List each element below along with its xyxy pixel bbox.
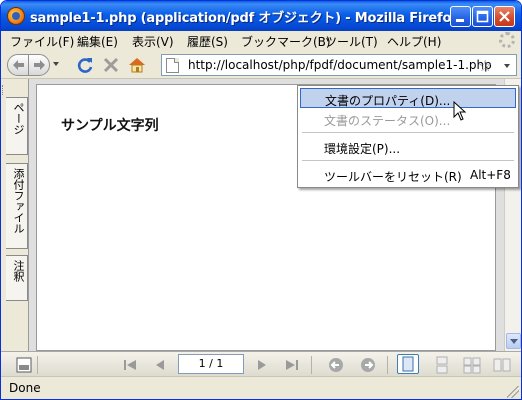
go-back-icon[interactable]: [327, 356, 345, 374]
pdf-page-text: サンプル文字列: [61, 118, 159, 134]
menu-bookmarks[interactable]: ブックマーク(B): [241, 33, 331, 50]
toolbar-separator: [387, 356, 388, 374]
menu-item-document-status: 文書のステータス(O)...: [300, 109, 516, 129]
continuous-view-icon[interactable]: [433, 356, 451, 374]
minimize-button[interactable]: [450, 6, 471, 27]
menu-separator: [302, 160, 514, 161]
menu-file[interactable]: ファイル(F): [10, 33, 74, 50]
menu-item-preferences[interactable]: 環境設定(P)...: [300, 137, 516, 157]
firefox-icon: [7, 7, 25, 25]
forward-button[interactable]: [28, 54, 50, 76]
menu-item-label: ツールバーをリセット(R): [324, 170, 462, 184]
menu-help[interactable]: ヘルプ(H): [387, 33, 441, 50]
resize-grip-icon[interactable]: [507, 386, 519, 398]
toolbar-separator: [311, 356, 312, 374]
home-icon[interactable]: [127, 55, 147, 75]
reload-icon[interactable]: [75, 55, 95, 75]
scroll-down-button[interactable]: [506, 333, 521, 349]
two-page-view-icon[interactable]: [463, 356, 481, 374]
context-menu: 文書のプロパティ(D)... 文書のステータス(O)... 環境設定(P)...…: [297, 85, 519, 188]
menu-item-document-properties[interactable]: 文書のプロパティ(D)...: [300, 88, 516, 108]
sidebar-toggle-icon[interactable]: [15, 356, 33, 374]
status-text: Done: [9, 381, 41, 395]
tab-pages-label: ページ: [12, 102, 25, 135]
title-bar: sample1-1.php (application/pdf オブジェクト) -…: [1, 1, 521, 31]
toolbar-separator: [37, 356, 38, 374]
browser-window: sample1-1.php (application/pdf オブジェクト) -…: [0, 0, 522, 400]
history-dropdown-icon[interactable]: [53, 62, 59, 66]
page-icon: [166, 58, 179, 73]
maximize-button[interactable]: [472, 6, 493, 27]
menu-edit[interactable]: 編集(E): [77, 33, 118, 50]
navigation-toolbar: http://localhost/php/fpdf/document/sampl…: [1, 51, 521, 79]
menu-history[interactable]: 履歴(S): [187, 33, 228, 50]
single-page-view-button[interactable]: [397, 354, 419, 374]
last-page-icon[interactable]: [283, 356, 301, 374]
go-forward-icon[interactable]: [359, 356, 377, 374]
menu-item-reset-toolbar[interactable]: ツールバーをリセット(R) Alt+F8: [300, 165, 516, 185]
menu-item-label: 文書のプロパティ(D)...: [325, 94, 451, 108]
menu-item-label: 環境設定(P)...: [324, 142, 401, 156]
back-button[interactable]: [7, 54, 29, 76]
pdf-toolbar: 1 / 1: [1, 351, 521, 376]
tab-attachments-label: 添付ファイル: [12, 168, 25, 234]
menu-tools[interactable]: ツール(T): [325, 33, 378, 50]
forward-arrow-icon: [34, 60, 45, 70]
tab-annotations[interactable]: 注釈: [6, 255, 28, 301]
back-arrow-icon: [13, 60, 24, 70]
next-page-icon[interactable]: [253, 356, 271, 374]
previous-page-icon[interactable]: [151, 356, 169, 374]
url-bar[interactable]: http://localhost/php/fpdf/document/sampl…: [161, 54, 517, 76]
grip-handle[interactable]: [2, 85, 5, 95]
tab-annotations-label: 注釈: [12, 260, 25, 282]
single-page-view-icon: [402, 356, 414, 372]
close-icon: [499, 11, 510, 22]
bookmark-star-icon[interactable]: ☆: [478, 56, 492, 75]
minimize-icon: [456, 19, 464, 22]
tab-attachments[interactable]: 添付ファイル: [6, 163, 28, 249]
throbber-icon: [499, 32, 515, 48]
menu-view[interactable]: 表示(V): [132, 33, 174, 50]
tab-pages[interactable]: ページ: [6, 97, 28, 155]
url-text[interactable]: http://localhost/php/fpdf/document/sampl…: [188, 58, 492, 72]
status-bar: Done: [1, 376, 521, 399]
two-page-continuous-view-icon[interactable]: [493, 356, 511, 374]
url-dropdown-icon[interactable]: [504, 64, 510, 68]
page-number-input[interactable]: 1 / 1: [178, 354, 244, 374]
menu-item-label: 文書のステータス(O)...: [324, 114, 451, 128]
maximize-icon: [476, 10, 489, 23]
menu-item-shortcut: Alt+F8: [470, 168, 511, 182]
first-page-icon[interactable]: [121, 356, 139, 374]
window-title: sample1-1.php (application/pdf オブジェクト) -…: [30, 11, 460, 26]
menu-separator: [302, 132, 514, 133]
menu-bar: ファイル(F) 編集(E) 表示(V) 履歴(S) ブックマーク(B) ツール(…: [1, 31, 521, 51]
stop-icon[interactable]: [101, 55, 121, 75]
pdf-sidebar-tabs: ページ 添付ファイル 注釈: [1, 79, 29, 351]
mouse-cursor-icon: [453, 101, 467, 121]
close-button[interactable]: [494, 6, 515, 27]
